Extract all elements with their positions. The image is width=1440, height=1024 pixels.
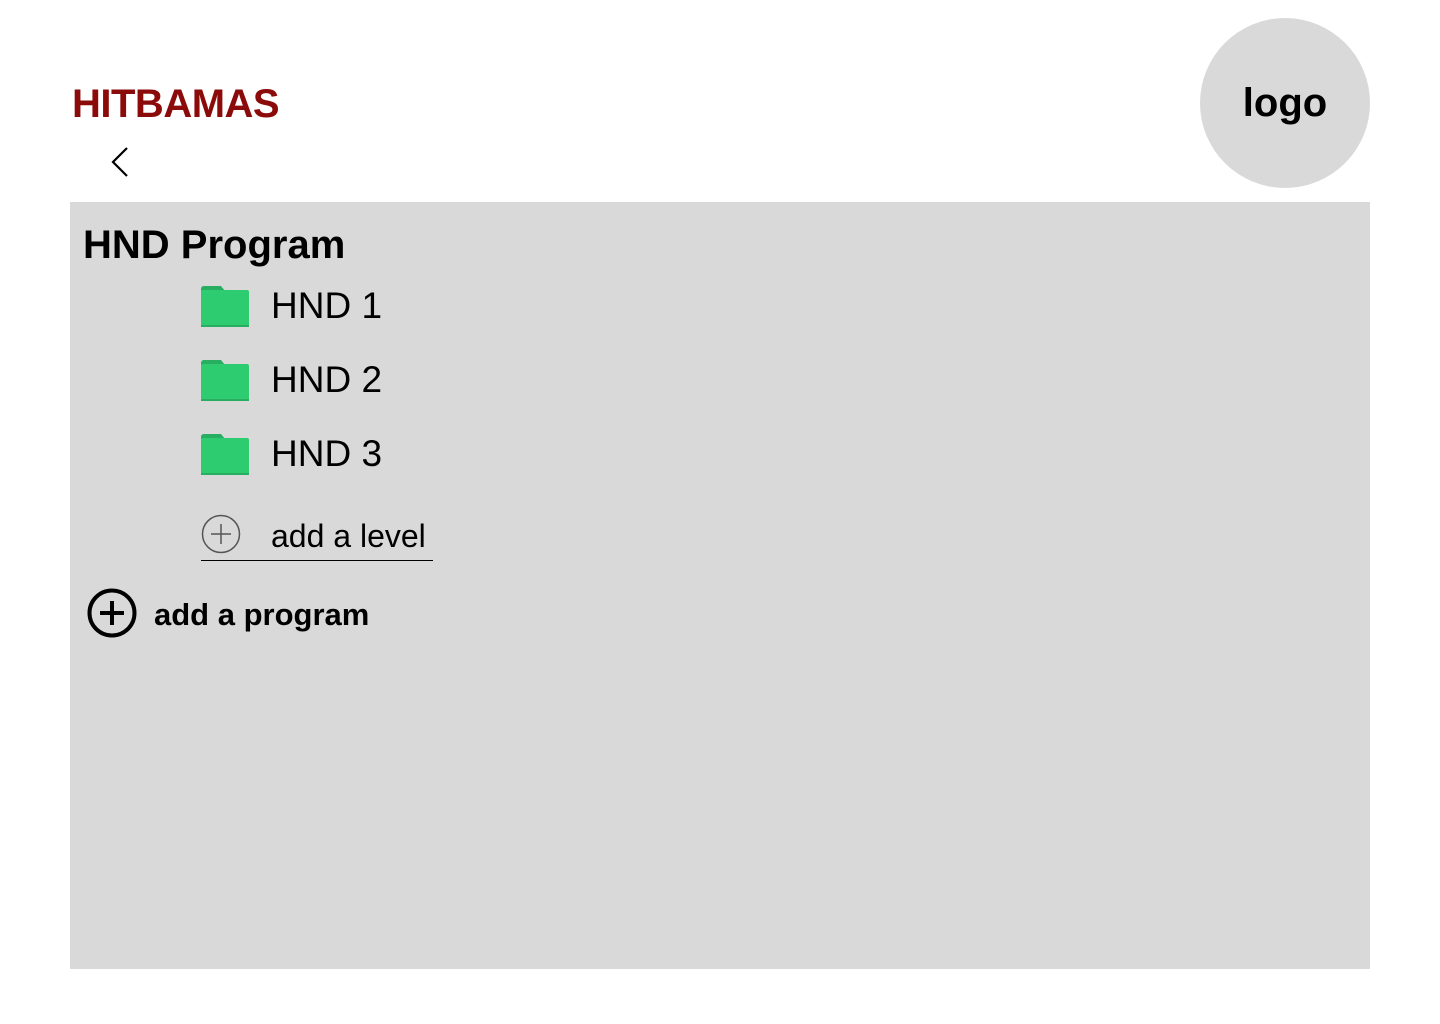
back-button[interactable] xyxy=(100,144,140,184)
add-program-button[interactable]: add a program xyxy=(87,588,370,643)
logo-text: logo xyxy=(1242,80,1328,125)
folder-icon xyxy=(201,359,249,401)
plus-circle-icon xyxy=(201,514,241,559)
level-label: HND 2 xyxy=(271,359,383,400)
level-item-hnd-2[interactable]: HND 2 xyxy=(201,358,382,402)
add-level-label: add a level xyxy=(271,518,426,554)
level-item-hnd-1[interactable]: HND 1 xyxy=(201,284,382,328)
page: HITBAMAS logo HND Program HND 1 HND 2 HN… xyxy=(0,0,1440,1024)
add-level-button[interactable]: add a level xyxy=(201,512,433,561)
chevron-left-icon xyxy=(109,144,131,185)
add-program-label: add a program xyxy=(154,597,370,632)
program-panel: HND Program HND 1 HND 2 HND 3 add a leve… xyxy=(70,202,1370,969)
plus-circle-icon xyxy=(87,588,137,643)
brand-title: HITBAMAS xyxy=(72,82,280,126)
level-label: HND 3 xyxy=(271,433,383,474)
program-title: HND Program xyxy=(83,223,346,267)
level-item-hnd-3[interactable]: HND 3 xyxy=(201,432,382,476)
folder-icon xyxy=(201,285,249,327)
logo: logo xyxy=(1200,18,1370,188)
folder-icon xyxy=(201,433,249,475)
level-label: HND 1 xyxy=(271,285,383,326)
